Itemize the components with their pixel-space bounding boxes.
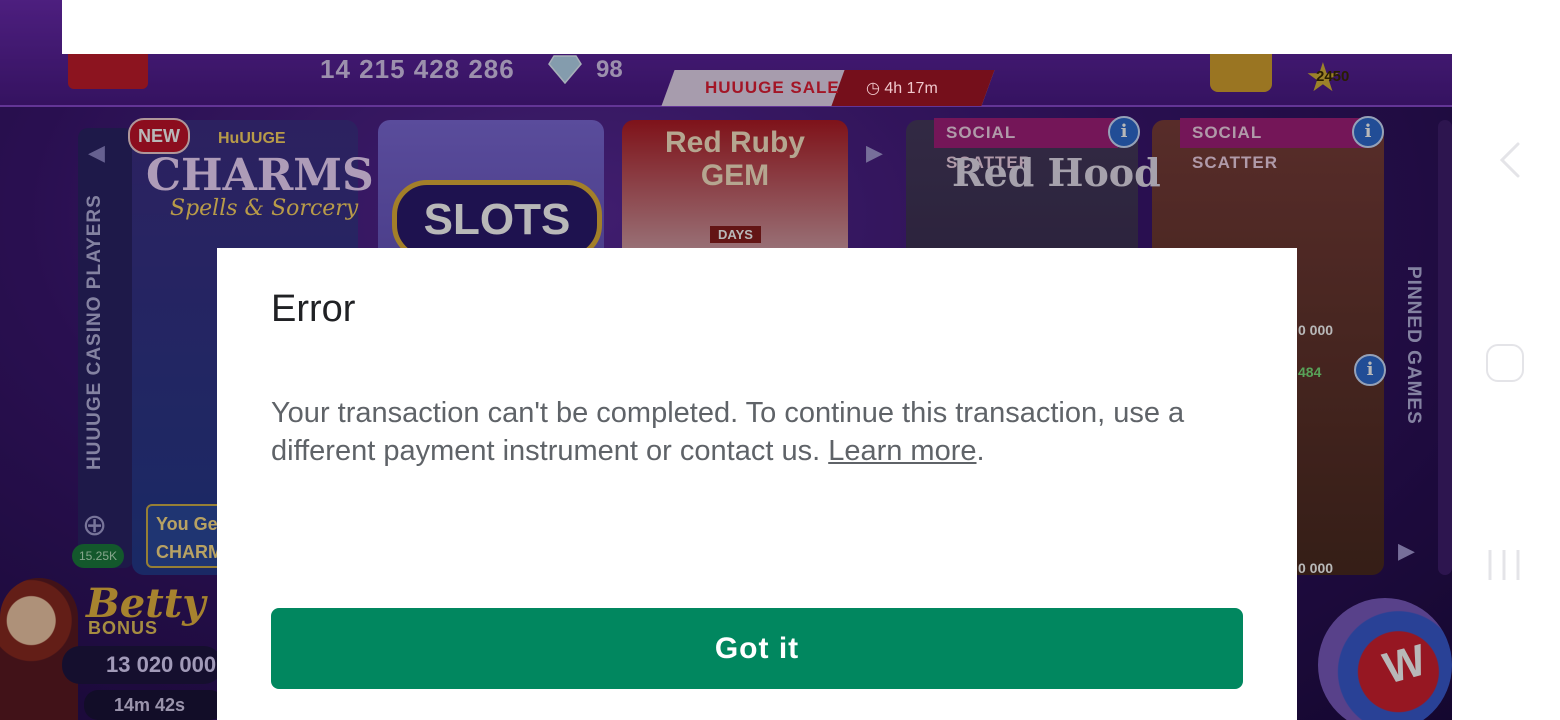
sale-label: HUUUGE SALE bbox=[705, 78, 840, 97]
home-icon[interactable] bbox=[1486, 344, 1524, 382]
dialog-title: Error bbox=[271, 288, 356, 330]
sale-timer-text: 4h 17m bbox=[884, 80, 938, 97]
dialog-message-text: Your transaction can't be completed. To … bbox=[271, 397, 1185, 467]
error-dialog: Error Your transaction can't be complete… bbox=[217, 248, 1297, 720]
back-icon[interactable] bbox=[1490, 140, 1526, 180]
got-it-button[interactable]: Got it bbox=[271, 608, 1243, 689]
sale-timer: ◷ 4h 17m bbox=[866, 80, 938, 97]
status-strip bbox=[62, 0, 1452, 54]
dialog-period: . bbox=[976, 435, 985, 467]
dialog-message: Your transaction can't be completed. To … bbox=[271, 394, 1231, 470]
learn-more-link[interactable]: Learn more bbox=[828, 435, 976, 467]
recents-icon[interactable] bbox=[1486, 548, 1522, 582]
